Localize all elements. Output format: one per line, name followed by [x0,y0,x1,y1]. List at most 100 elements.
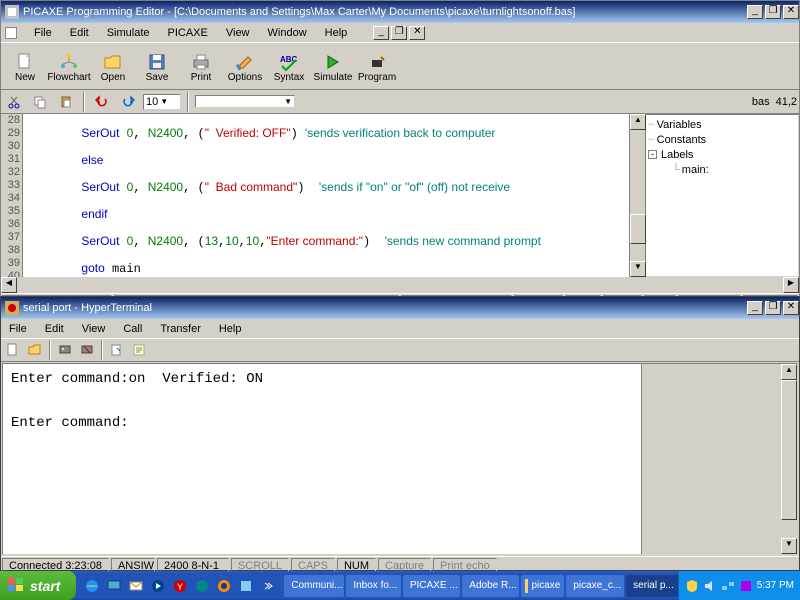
save-button[interactable]: Save [135,45,179,89]
ht-title: serial port - HyperTerminal [23,302,152,314]
menu-file[interactable]: File [30,25,56,41]
tray-volume-icon[interactable] [703,579,717,593]
ql-wmp-icon[interactable] [148,575,168,597]
program-button[interactable]: Program [355,45,399,89]
print-button[interactable]: Print [179,45,223,89]
task-buttons: Communi... Inbox fo... PICAXE ... Adobe … [284,575,677,597]
ht-send-button[interactable] [107,340,127,360]
file-ext-label: bas [752,96,770,108]
tree-labels[interactable]: -Labels [648,147,796,162]
code-hscrollbar[interactable]: ◀ ▶ [1,277,799,293]
flowchart-button[interactable]: Flowchart [47,45,91,89]
undo-button[interactable] [91,92,113,112]
picaxe-editor-window: PICAXE Programming Editor - [C:\Document… [0,0,800,296]
picaxe-toolbar: New Flowchart Open Save Print Options AB… [1,42,799,90]
ht-menu-help[interactable]: Help [215,321,246,337]
menu-view[interactable]: View [222,25,254,41]
syntax-button[interactable]: ABCSyntax [267,45,311,89]
ht-menubar: File Edit View Call Transfer Help [1,319,799,338]
outline-tree[interactable]: ┈Variables ┈Constants -Labels └main: [645,114,799,277]
ht-properties-button[interactable] [129,340,149,360]
ht-menu-edit[interactable]: Edit [41,321,68,337]
mdi-child-icon[interactable] [5,27,17,39]
options-button[interactable]: Options [223,45,267,89]
task-button[interactable]: PICAXE ... [403,575,460,597]
ql-yahoo-icon[interactable]: Y [170,575,190,597]
quick-launch: Y [82,575,278,597]
open-button[interactable]: Open [91,45,135,89]
redo-button[interactable] [117,92,139,112]
ht-open-button[interactable] [25,340,45,360]
find-dropdown[interactable]: ▼ [195,95,295,108]
menu-edit[interactable]: Edit [66,25,93,41]
picaxe-title: PICAXE Programming Editor - [C:\Document… [23,6,575,18]
new-button[interactable]: New [3,45,47,89]
task-button[interactable]: picaxe [521,575,564,597]
ht-menu-call[interactable]: Call [119,321,146,337]
ht-new-button[interactable] [3,340,23,360]
task-button[interactable]: Adobe R... [462,575,519,597]
code-vscrollbar[interactable]: ▲ ▼ [629,114,645,277]
terminal-sidebar [641,364,781,554]
line-gutter: 282930 313233 343536 373839 4041 [1,114,23,277]
svg-text:Y: Y [177,582,183,592]
task-button[interactable]: picaxe_c... [566,575,623,597]
ql-firefox-icon[interactable] [214,575,234,597]
tray-time[interactable]: 5:37 PM [757,580,794,591]
ht-menu-view[interactable]: View [78,321,110,337]
tray-antivirus-icon[interactable] [739,579,753,593]
tray-network-icon[interactable] [721,579,735,593]
hyperterminal-icon [5,301,19,315]
ht-menu-file[interactable]: File [5,321,31,337]
task-button[interactable]: Inbox fo... [346,575,400,597]
simulate-button[interactable]: Simulate [311,45,355,89]
svg-text:ABC: ABC [280,55,298,64]
ql-outlook-icon[interactable] [126,575,146,597]
ql-app-icon[interactable] [236,575,256,597]
cut-button[interactable] [3,92,25,112]
picaxe-menubar: File Edit Simulate PICAXE View Window He… [1,23,799,42]
menu-simulate[interactable]: Simulate [103,25,154,41]
tree-variables[interactable]: ┈Variables [648,117,796,132]
picaxe-toolbar2: 10▼ ▼ bas 41,2 [1,90,799,114]
tray-shield-icon[interactable] [685,579,699,593]
system-tray: 5:37 PM [678,571,800,600]
terminal-output[interactable]: Enter command:on Verified: ON Enter comm… [3,364,641,554]
menu-help[interactable]: Help [321,25,352,41]
picaxe-titlebar: PICAXE Programming Editor - [C:\Document… [1,1,799,23]
menu-window[interactable]: Window [264,25,311,41]
minimize-button[interactable]: _ [747,5,763,19]
ql-chevron-icon[interactable] [258,575,278,597]
mdi-restore-button[interactable]: ❐ [391,26,407,40]
ht-disconnect-button[interactable] [77,340,97,360]
close-button[interactable]: ✕ [783,5,799,19]
menu-picaxe[interactable]: PICAXE [164,25,212,41]
maximize-button[interactable]: ❐ [765,5,781,19]
ht-minimize-button[interactable]: _ [747,301,763,315]
task-button[interactable]: serial p... [626,575,678,597]
undo-count-dropdown[interactable]: 10▼ [143,94,181,110]
tree-constants[interactable]: ┈Constants [648,132,796,147]
ql-desktop-icon[interactable] [104,575,124,597]
windows-logo-icon [8,578,26,594]
tree-label-main[interactable]: └main: [648,162,796,177]
hyperterminal-window: serial port - HyperTerminal _ ❐ ✕ File E… [0,296,800,571]
cursor-pos-label: 41,2 [776,96,797,108]
ht-vscrollbar[interactable]: ▲ ▼ [781,364,797,554]
copy-button[interactable] [29,92,51,112]
mdi-minimize-button[interactable]: _ [373,26,389,40]
ht-toolbar [1,338,799,362]
ql-ie-icon[interactable] [82,575,102,597]
picaxe-app-icon [5,5,19,19]
mdi-close-button[interactable]: ✕ [409,26,425,40]
ht-menu-transfer[interactable]: Transfer [156,321,205,337]
paste-button[interactable] [55,92,77,112]
ht-titlebar: serial port - HyperTerminal _ ❐ ✕ [1,297,799,319]
ht-close-button[interactable]: ✕ [783,301,799,315]
ql-netscape-icon[interactable] [192,575,212,597]
ht-maximize-button[interactable]: ❐ [765,301,781,315]
code-editor[interactable]: SerOut 0, N2400, (" Verified: OFF") 'sen… [23,114,629,277]
task-button[interactable]: Communi... [284,575,344,597]
start-button[interactable]: start [0,571,76,600]
ht-connect-button[interactable] [55,340,75,360]
